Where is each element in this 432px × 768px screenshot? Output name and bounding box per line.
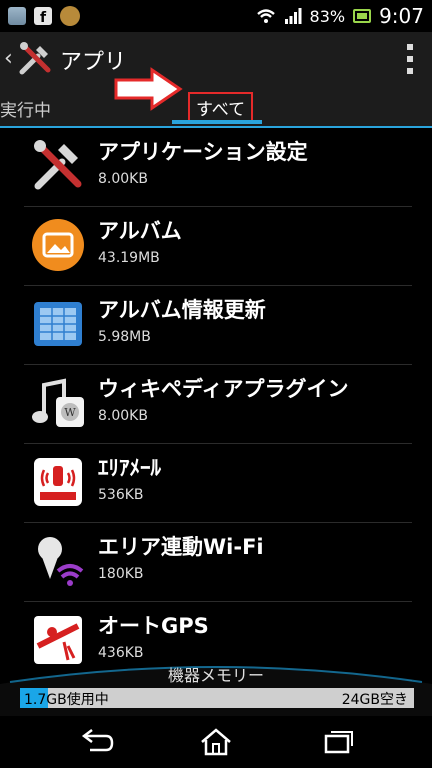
list-item[interactable]: W ウィキペディアプラグイン 8.00KB xyxy=(24,365,412,444)
app-name: アルバム情報更新 xyxy=(98,298,266,322)
memory-used: 1.7GB使用中 xyxy=(24,692,109,708)
app-size: 8.00KB xyxy=(98,171,148,187)
red-arrow-annotation xyxy=(114,67,183,111)
app-name: ｴﾘｱﾒｰﾙ xyxy=(98,456,161,480)
overflow-menu-icon[interactable] xyxy=(406,44,414,74)
tab-indicator xyxy=(172,120,262,124)
app-size: 180KB xyxy=(98,566,144,582)
app-name: アルバム xyxy=(98,219,182,243)
list-item[interactable]: エリア連動Wi-Fi 180KB xyxy=(24,523,412,602)
svg-text:W: W xyxy=(64,406,76,419)
app-size: 43.19MB xyxy=(98,250,160,266)
app-list: アプリケーション設定 8.00KB アルバム 43.19MB アルバム情報更新 … xyxy=(0,128,432,681)
navigation-bar xyxy=(0,716,432,768)
clock: 9:07 xyxy=(379,4,424,28)
signal-icon xyxy=(284,8,302,24)
list-item[interactable]: アルバム情報更新 5.98MB xyxy=(24,286,412,365)
list-item[interactable]: アプリケーション設定 8.00KB xyxy=(24,128,412,207)
recent-apps-icon[interactable] xyxy=(318,726,358,758)
up-chevron-icon[interactable]: ‹ xyxy=(4,46,13,71)
memory-label: 機器メモリー xyxy=(167,666,264,685)
memory-bar: 1.7GB使用中 24GB空き xyxy=(20,688,414,708)
app-name: アプリケーション設定 xyxy=(98,140,308,164)
memory-free: 24GB空き xyxy=(341,692,408,708)
action-bar: ‹ アプリ xyxy=(0,32,432,86)
facebook-icon: f xyxy=(34,7,52,25)
album-icon xyxy=(32,219,84,271)
tools-icon[interactable] xyxy=(16,40,54,78)
list-item[interactable]: アルバム 43.19MB xyxy=(24,207,412,286)
folder-icon xyxy=(60,6,80,26)
area-mail-icon xyxy=(34,458,82,506)
memory-panel: 機器メモリー 1.7GB使用中 24GB空き xyxy=(0,652,432,716)
app-name: ウィキペディアプラグイン xyxy=(98,377,349,401)
tab-all[interactable]: すべて xyxy=(188,92,254,123)
status-bar: f 83% 9:07 xyxy=(0,0,432,32)
wikipedia-plugin-icon: W xyxy=(32,378,84,427)
gallery-icon xyxy=(8,7,26,25)
app-size: 8.00KB xyxy=(98,408,148,424)
home-icon[interactable] xyxy=(196,726,236,758)
app-name: エリア連動Wi-Fi xyxy=(98,535,264,559)
back-icon[interactable] xyxy=(76,726,116,758)
tools-icon xyxy=(34,140,82,190)
app-size: 536KB xyxy=(98,487,144,503)
battery-percent: 83% xyxy=(309,6,346,26)
tab-running[interactable]: 実行中 xyxy=(0,96,51,121)
list-item[interactable]: ｴﾘｱﾒｰﾙ 536KB xyxy=(24,444,412,523)
album-update-icon xyxy=(34,302,82,346)
wifi-icon xyxy=(256,9,275,23)
area-wifi-icon xyxy=(38,537,84,586)
app-name: オートGPS xyxy=(98,614,209,638)
app-size: 5.98MB xyxy=(98,329,151,345)
battery-icon xyxy=(353,9,372,23)
